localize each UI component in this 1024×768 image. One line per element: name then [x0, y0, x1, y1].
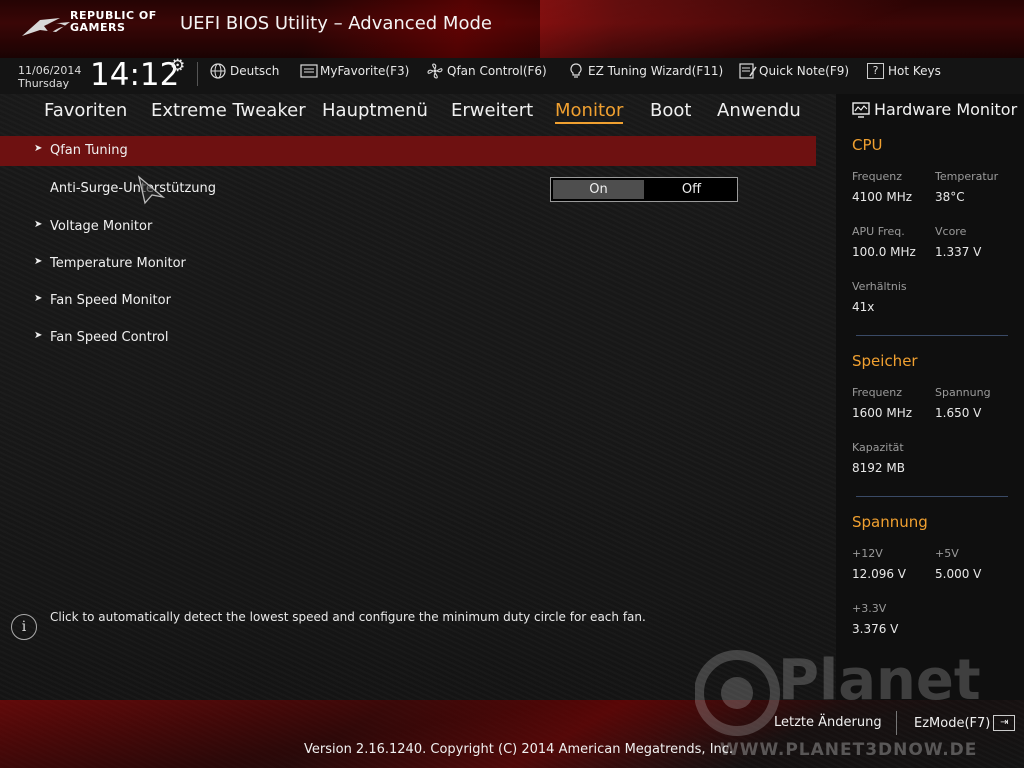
toggle-off-option[interactable]: Off	[646, 178, 737, 201]
tab-anwendung[interactable]: Anwendu	[717, 100, 801, 121]
hot-keys-button[interactable]: ? Hot Keys	[867, 63, 941, 79]
globe-icon	[210, 63, 226, 79]
ez-mode-button[interactable]: EzMode(F7) ⇥	[914, 715, 1016, 731]
mem-capacity-value: 8192 MB	[852, 461, 905, 475]
chevron-right-icon: ➤	[34, 330, 43, 341]
help-icon: ?	[867, 63, 884, 79]
cpu-section-title: CPU	[852, 136, 883, 154]
vcore-value: 1.337 V	[935, 245, 982, 259]
toggle-on-option[interactable]: On	[553, 180, 644, 199]
voltage-section-title: Spannung	[852, 513, 928, 531]
v5-value: 5.000 V	[935, 567, 982, 581]
tab-hauptmenu[interactable]: Hauptmenü	[322, 100, 428, 121]
mem-volt-label: Spannung	[935, 386, 991, 399]
tab-erweitert[interactable]: Erweitert	[451, 100, 533, 121]
v12-value: 12.096 V	[852, 567, 907, 581]
app-title: UEFI BIOS Utility – Advanced Mode	[180, 13, 492, 34]
list-item-fan-speed-monitor[interactable]: ➤ Fan Speed Monitor	[0, 286, 816, 316]
cpu-freq-label: Frequenz	[852, 170, 903, 183]
tab-monitor[interactable]: Monitor	[555, 100, 624, 124]
quick-note-label: Quick Note(F9)	[759, 64, 850, 78]
language-label: Deutsch	[230, 64, 280, 78]
hardware-monitor-label: Hardware Monitor	[874, 100, 1018, 119]
tab-extreme-tweaker[interactable]: Extreme Tweaker	[151, 100, 306, 121]
v33-label: +3.3V	[852, 602, 887, 615]
list-item-label: Anti-Surge-Unterstützung	[50, 181, 217, 196]
chevron-right-icon: ➤	[34, 256, 43, 267]
chevron-right-icon: ➤	[34, 143, 43, 154]
list-item-label: Fan Speed Control	[50, 330, 169, 345]
v12-label: +12V	[852, 547, 883, 560]
tab-boot[interactable]: Boot	[650, 100, 691, 121]
monitor-icon	[852, 101, 870, 118]
anti-surge-toggle[interactable]: On Off	[550, 177, 738, 202]
list-item-label: Qfan Tuning	[50, 143, 128, 158]
qfan-control-label: Qfan Control(F6)	[447, 64, 547, 78]
ez-tuning-wizard-button[interactable]: EZ Tuning Wizard(F11)	[568, 63, 723, 79]
cpu-temp-value: 38°C	[935, 190, 965, 204]
list-item-temperature-monitor[interactable]: ➤ Temperature Monitor	[0, 249, 816, 279]
cpu-temp-label: Temperatur	[935, 170, 999, 183]
list-item-label: Voltage Monitor	[50, 219, 153, 234]
lightbulb-icon	[568, 63, 584, 79]
watermark-text: Planet	[778, 648, 981, 713]
apu-freq-label: APU Freq.	[852, 225, 905, 238]
ratio-value: 41x	[852, 300, 875, 314]
version-text: Version 2.16.1240. Copyright (C) 2014 Am…	[304, 742, 734, 757]
qfan-control-button[interactable]: Qfan Control(F6)	[427, 63, 547, 79]
v5-label: +5V	[935, 547, 959, 560]
mouse-cursor-icon	[137, 175, 165, 205]
mem-freq-label: Frequenz	[852, 386, 903, 399]
list-item-label: Fan Speed Monitor	[50, 293, 171, 308]
monitor-divider	[856, 335, 1008, 336]
mem-capacity-label: Kapazität	[852, 441, 904, 454]
ez-tuning-wizard-label: EZ Tuning Wizard(F11)	[588, 64, 724, 78]
day-text: Thursday	[18, 77, 70, 90]
list-item-qfan-tuning[interactable]: ➤ Qfan Tuning	[0, 136, 816, 166]
list-item-fan-speed-control[interactable]: ➤ Fan Speed Control	[0, 323, 816, 353]
memory-section-title: Speicher	[852, 352, 918, 370]
watermark-url: WWW.PLANET3DNOW.DE	[720, 740, 978, 760]
clock: 14:12	[90, 57, 180, 93]
chevron-right-icon: ➤	[34, 219, 43, 230]
list-item-label: Temperature Monitor	[50, 256, 186, 271]
quick-note-button[interactable]: Quick Note(F9)	[739, 63, 849, 79]
mem-freq-value: 1600 MHz	[852, 406, 913, 420]
ratio-label: Verhältnis	[852, 280, 907, 293]
cpu-freq-value: 4100 MHz	[852, 190, 913, 204]
tab-favoriten[interactable]: Favoriten	[44, 100, 127, 121]
language-button[interactable]: Deutsch	[210, 63, 279, 79]
vcore-label: Vcore	[935, 225, 967, 238]
help-text: Click to automatically detect the lowest…	[50, 610, 646, 624]
brand-line-2: GAMERS	[70, 21, 126, 34]
chevron-right-icon: ➤	[34, 293, 43, 304]
note-icon	[739, 63, 757, 79]
myfavorite-button[interactable]: MyFavorite(F3)	[300, 63, 409, 79]
favorite-icon	[300, 63, 318, 79]
last-change-button[interactable]: Letzte Änderung	[774, 715, 882, 730]
exit-arrow-icon: ⇥	[993, 715, 1016, 731]
footer-divider	[896, 711, 897, 735]
date-text: 11/06/2014	[18, 64, 82, 77]
mem-volt-value: 1.650 V	[935, 406, 982, 420]
apu-freq-value: 100.0 MHz	[852, 245, 916, 259]
brand-logo-text: REPUBLIC OF GAMERS	[70, 10, 157, 34]
fan-icon	[427, 63, 443, 79]
hot-keys-label: Hot Keys	[888, 64, 941, 78]
ez-mode-label: EzMode(F7)	[914, 715, 991, 731]
v33-value: 3.376 V	[852, 622, 899, 636]
info-icon: i	[11, 614, 37, 640]
toolbar-divider	[197, 62, 198, 86]
hardware-monitor-title: Hardware Monitor	[852, 100, 1017, 119]
date-display: 11/06/2014 Thursday	[18, 64, 81, 90]
monitor-divider	[856, 496, 1008, 497]
list-item-voltage-monitor[interactable]: ➤ Voltage Monitor	[0, 212, 816, 242]
myfavorite-label: MyFavorite(F3)	[320, 64, 410, 78]
gear-icon[interactable]: ⚙	[170, 56, 185, 76]
